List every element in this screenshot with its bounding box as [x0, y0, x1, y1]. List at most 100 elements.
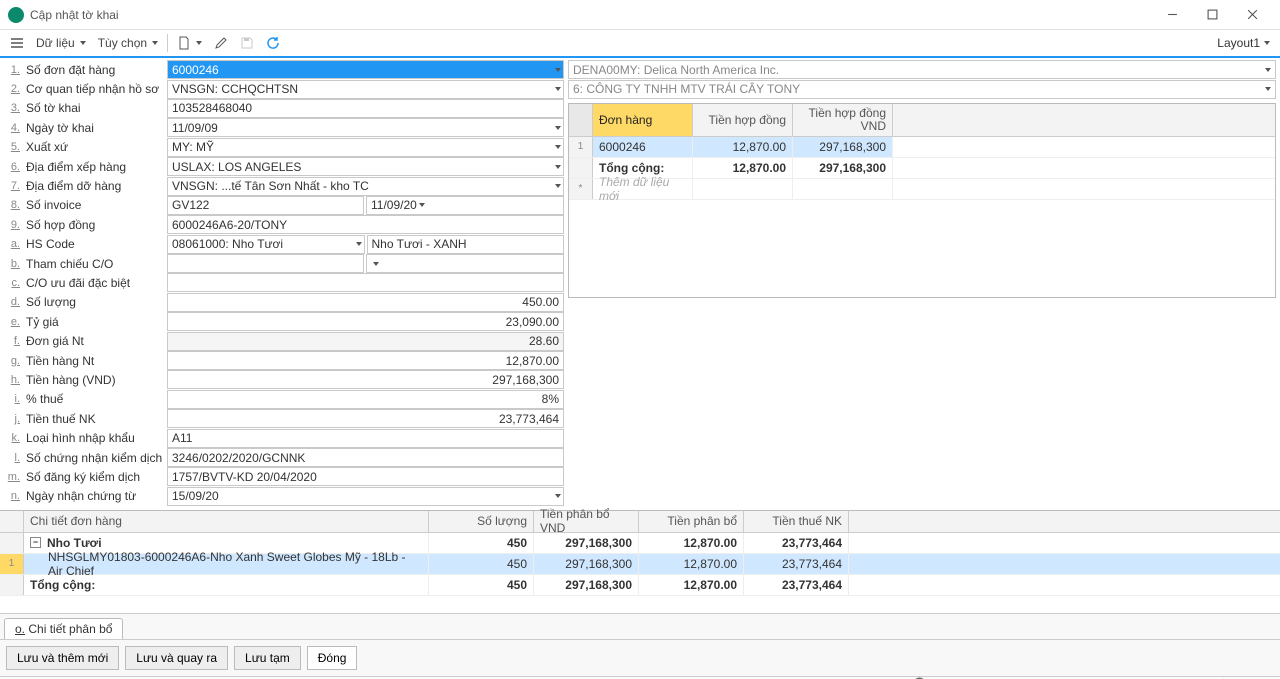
form-row: c.C/O ưu đãi đặc biệt [4, 273, 564, 292]
input-field[interactable]: A11 [167, 429, 564, 448]
field-label: Tỷ giá [22, 315, 167, 329]
input-field[interactable]: 23,090.00 [167, 312, 564, 331]
save-and-add-button[interactable]: Lưu và thêm mới [6, 646, 119, 670]
input-field[interactable]: 297,168,300 [167, 370, 564, 389]
form-row: j.Tiền thuế NK23,773,464 [4, 409, 564, 428]
form-row: 9.Số hợp đồng6000246A6-20/TONY [4, 215, 564, 234]
field-label: Tiền thuế NK [22, 412, 167, 426]
tab-detail-allocation[interactable]: o. Chi tiết phân bổ [4, 618, 123, 639]
col-sl[interactable]: Số lượng [429, 511, 534, 532]
field-label: Số chứng nhận kiểm dịch [22, 451, 167, 465]
row-index: k. [4, 432, 22, 444]
input-field[interactable]: MY: MỸ [167, 138, 564, 157]
col-don-hang[interactable]: Đơn hàng [593, 104, 693, 136]
order-new-row[interactable]: * Thêm dữ liệu mới [569, 179, 1275, 200]
save-temp-button[interactable]: Lưu tạm [234, 646, 301, 670]
row-index: h. [4, 374, 22, 386]
chevron-down-icon [1265, 87, 1271, 91]
chevron-down-icon [555, 68, 561, 72]
input-field[interactable]: VNSGN: ...tế Tân Sơn Nhất - kho TC [167, 177, 564, 196]
chevron-down-icon [555, 494, 561, 498]
input-field[interactable] [167, 273, 564, 292]
input-field-secondary[interactable] [366, 254, 564, 273]
minimize-button[interactable] [1152, 1, 1192, 29]
row-index: n. [4, 490, 22, 502]
input-field[interactable]: GV122 [167, 196, 364, 215]
form-row: k.Loại hình nhập khẩuA11 [4, 428, 564, 447]
input-field[interactable]: 12,870.00 [167, 351, 564, 370]
save-icon[interactable] [234, 31, 260, 55]
col-tien-hd[interactable]: Tiền hợp đồng [693, 104, 793, 136]
detail-item-row[interactable]: 1 NHSGLMY01803-6000246A6-Nho Xanh Sweet … [0, 554, 1280, 575]
form-row: 2.Cơ quan tiếp nhận hồ sơVNSGN: CCHQCHTS… [4, 79, 564, 98]
row-index: 1. [4, 64, 22, 76]
chevron-down-icon [555, 126, 561, 130]
chevron-down-icon [555, 184, 561, 188]
input-field[interactable]: 3246/0202/2020/GCNNK [167, 448, 564, 467]
col-vnd[interactable]: Tiền phân bổ VND [534, 511, 639, 532]
row-index: l. [4, 452, 22, 464]
field-label: Ngày tờ khai [22, 121, 167, 135]
hamburger-menu-icon[interactable] [4, 31, 30, 55]
menu-data[interactable]: Dữ liệu [30, 31, 92, 55]
order-row[interactable]: 1 6000246 12,870.00 297,168,300 [569, 137, 1275, 158]
menu-options[interactable]: Tùy chọn [92, 31, 164, 55]
input-field[interactable] [167, 254, 364, 273]
input-field[interactable]: 6000246A6-20/TONY [167, 215, 564, 234]
input-field[interactable]: USLAX: LOS ANGELES [167, 157, 564, 176]
row-index: 3. [4, 102, 22, 114]
toolbar: Dữ liệu Tùy chọn Layout1 [0, 30, 1280, 58]
app-icon [8, 7, 24, 23]
col-detail[interactable]: Chi tiết đơn hàng [24, 511, 429, 532]
order-grid[interactable]: Đơn hàng Tiền hợp đồng Tiền hợp đồng VND… [568, 103, 1276, 298]
row-index: 8. [4, 199, 22, 211]
input-field[interactable]: 6000246 [167, 60, 564, 79]
caret-down-icon [152, 41, 158, 45]
field-label: Địa điểm dỡ hàng [22, 179, 167, 193]
layout-selector[interactable]: Layout1 [1217, 36, 1260, 50]
grid-corner [0, 511, 24, 532]
form-row: 7.Địa điểm dỡ hàngVNSGN: ...tế Tân Sơn N… [4, 176, 564, 195]
input-field[interactable]: 1757/BVTV-KD 20/04/2020 [167, 467, 564, 486]
row-index: j. [4, 413, 22, 425]
save-and-back-button[interactable]: Lưu và quay ra [125, 646, 228, 670]
form-row: e.Tỷ giá23,090.00 [4, 312, 564, 331]
detail-total-row: Tổng cộng: 450 297,168,300 12,870.00 23,… [0, 575, 1280, 596]
maximize-button[interactable] [1192, 1, 1232, 29]
form-row: 6.Địa điểm xếp hàngUSLAX: LOS ANGELES [4, 157, 564, 176]
form-row: l.Số chứng nhận kiểm dịch3246/0202/2020/… [4, 448, 564, 467]
form-row: 8.Số invoiceGV12211/09/20 [4, 196, 564, 215]
refresh-icon[interactable] [260, 31, 286, 55]
company-field[interactable]: 6: CÔNG TY TNHH MTV TRÁI CÂY TONY [568, 80, 1276, 99]
close-form-button[interactable]: Đóng [307, 646, 358, 670]
field-label: Địa điểm xếp hàng [22, 160, 167, 174]
collapse-icon[interactable]: − [30, 537, 41, 548]
input-field[interactable]: 23,773,464 [167, 409, 564, 428]
field-label: Loại hình nhập khẩu [22, 431, 167, 445]
input-field[interactable]: 15/09/20 [167, 487, 564, 506]
close-button[interactable] [1232, 1, 1272, 29]
input-field[interactable]: 28.60 [167, 332, 564, 351]
row-index: m. [4, 471, 22, 483]
row-index: c. [4, 277, 22, 289]
col-pb[interactable]: Tiền phân bổ [639, 511, 744, 532]
detail-grid[interactable]: Chi tiết đơn hàng Số lượng Tiền phân bổ … [0, 510, 1280, 639]
input-field[interactable]: 08061000: Nho Tươi [167, 235, 365, 254]
edit-icon[interactable] [208, 31, 234, 55]
new-document-icon[interactable] [171, 31, 208, 55]
input-field[interactable]: 8% [167, 390, 564, 409]
form-row: b.Tham chiếu C/O [4, 254, 564, 273]
col-thue[interactable]: Tiền thuế NK [744, 511, 849, 532]
input-field[interactable]: 450.00 [167, 293, 564, 312]
input-field[interactable]: VNSGN: CCHQCHTSN [167, 80, 564, 99]
input-field[interactable]: 103528468040 [167, 99, 564, 118]
col-tien-vnd[interactable]: Tiền hợp đồng VND [793, 104, 893, 136]
input-field[interactable]: 11/09/09 [167, 118, 564, 137]
input-field-secondary[interactable]: 11/09/20 [366, 196, 564, 215]
customer-field[interactable]: DENA00MY: Delica North America Inc. [568, 60, 1276, 79]
field-label: Số tờ khai [22, 101, 167, 115]
form-row: g.Tiền hàng Nt12,870.00 [4, 351, 564, 370]
field-label: Số hợp đồng [22, 218, 167, 232]
field-label: Cơ quan tiếp nhận hồ sơ [22, 82, 167, 96]
input-field-secondary[interactable]: Nho Tươi - XANH [367, 235, 565, 254]
